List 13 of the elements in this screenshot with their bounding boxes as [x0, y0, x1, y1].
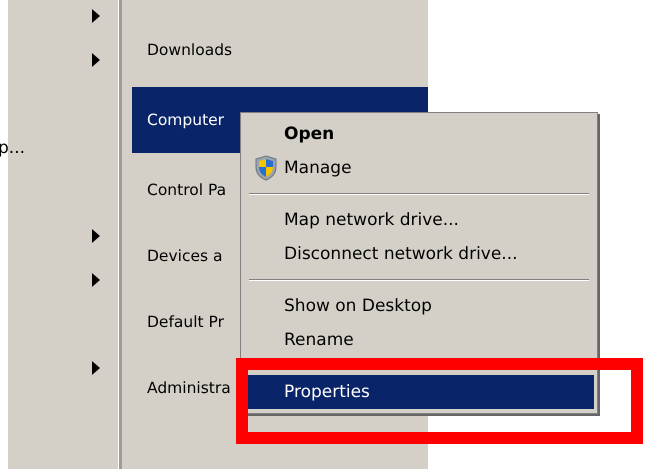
submenu-arrow-icon — [92, 53, 100, 67]
context-menu-item[interactable]: Map network drive... — [244, 203, 594, 237]
context-menu-item[interactable]: Manage — [244, 151, 594, 185]
submenu-arrow-icon — [92, 229, 100, 243]
submenu-arrow-icon — [92, 361, 100, 375]
submenu-arrow-icon — [92, 9, 100, 23]
submenu-arrow-icon — [92, 273, 100, 287]
context-menu-item[interactable]: Rename — [244, 323, 594, 357]
shield-icon — [254, 155, 278, 181]
context-menu-item[interactable]: Open — [244, 117, 594, 151]
context-menu-item[interactable]: Disconnect network drive... — [244, 237, 594, 271]
context-menu-item[interactable]: Show on Desktop — [244, 289, 594, 323]
start-menu-item[interactable]: Downloads — [132, 17, 428, 83]
